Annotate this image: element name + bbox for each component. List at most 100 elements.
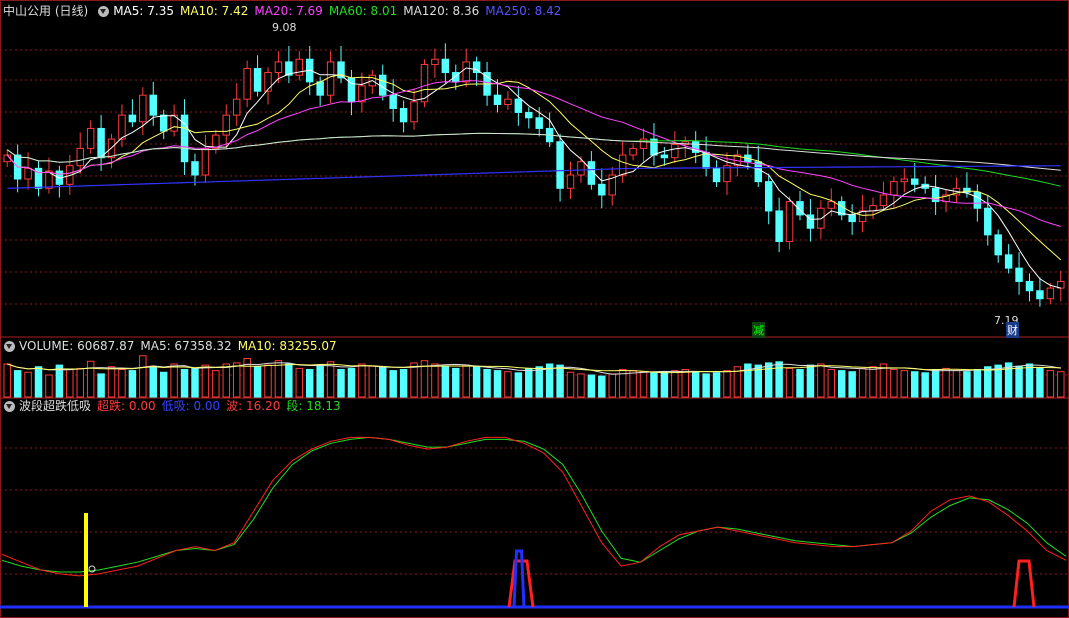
volume-bar — [900, 370, 909, 398]
volume-bar — [452, 367, 460, 398]
candle-body — [817, 207, 825, 229]
candle-body — [232, 98, 241, 116]
volume-bar — [796, 369, 804, 398]
volume-bar — [514, 372, 523, 398]
candle-body — [243, 68, 251, 100]
volume-bar — [848, 371, 856, 398]
volume-bar — [295, 367, 304, 398]
candle-body — [900, 178, 909, 183]
osc-green-line — [1, 436, 1067, 573]
volume-bar — [347, 367, 356, 398]
candle-body — [222, 114, 231, 136]
volume-bar — [358, 363, 366, 398]
finance-tag[interactable]: 财 — [1006, 322, 1019, 338]
volume-bar — [493, 370, 502, 398]
volume-bar — [472, 366, 481, 398]
candle-body — [566, 174, 575, 189]
volume-bar — [806, 364, 815, 398]
volume-bar — [159, 371, 168, 398]
volume-bar — [368, 365, 377, 398]
candle-body — [535, 117, 543, 129]
volume-bar — [305, 369, 314, 398]
candle-body — [775, 210, 783, 243]
candle-body — [1046, 287, 1055, 300]
candle-body — [890, 181, 898, 196]
volume-bar — [681, 369, 689, 398]
volume-bar — [3, 363, 11, 398]
volume-bar — [598, 375, 606, 398]
volume-bar — [931, 369, 940, 398]
candle-body — [764, 181, 773, 212]
volume-bar — [963, 371, 971, 398]
volume-bar — [785, 367, 794, 398]
volume-bar — [650, 372, 658, 398]
volume-bar — [462, 364, 470, 398]
volume-bar — [337, 369, 345, 398]
volume-bar — [76, 367, 84, 398]
volume-bar — [326, 361, 335, 398]
candle-body — [118, 114, 126, 140]
candle-body — [399, 107, 408, 123]
candle-body — [253, 68, 262, 92]
volume-bar — [139, 355, 147, 398]
volume-bar — [911, 371, 919, 398]
ma20-line — [6, 80, 1061, 227]
volume-bar — [66, 369, 74, 398]
volume-bar — [222, 363, 231, 398]
volume-bar — [1057, 371, 1065, 398]
volume-bar — [921, 372, 929, 398]
volume-bar — [431, 363, 439, 398]
volume-bar — [702, 373, 710, 398]
volume-bar — [712, 372, 721, 398]
candle-body — [389, 94, 397, 109]
candle-body — [525, 111, 533, 119]
volume-bar — [170, 363, 178, 398]
volume-bar — [191, 367, 199, 398]
candle-body — [984, 207, 992, 236]
volume-bar — [556, 364, 564, 398]
candle-body — [1015, 267, 1023, 282]
candle-body — [973, 191, 982, 209]
volume-bar — [973, 369, 982, 398]
candle-body — [504, 98, 512, 105]
candle-body — [264, 72, 272, 92]
volume-bar — [1025, 363, 1034, 398]
volume-bar — [201, 364, 210, 398]
candle-body — [629, 147, 637, 156]
volume-bar — [525, 367, 533, 398]
candle-body — [911, 178, 919, 185]
oversold-signal — [1012, 559, 1036, 608]
volume-bar — [1015, 365, 1023, 398]
volume-bar — [942, 367, 950, 398]
volume-bar — [1036, 367, 1044, 398]
volume-bar — [577, 373, 585, 398]
volume-bar — [587, 374, 596, 398]
candle-body — [97, 127, 105, 159]
volume-bar — [128, 370, 137, 398]
volume-bar — [24, 371, 32, 398]
candle-body — [493, 94, 502, 105]
candle-body — [848, 214, 856, 223]
candle-body — [139, 94, 147, 123]
volume-bar — [608, 373, 616, 398]
chart-canvas[interactable] — [0, 0, 1069, 618]
volume-bar — [285, 363, 293, 398]
volume-bar — [566, 371, 575, 398]
volume-bar — [827, 369, 836, 398]
ma60-line — [6, 132, 1061, 187]
ma250-line — [7, 165, 1061, 189]
candle-body — [660, 154, 669, 159]
volume-bar — [629, 370, 637, 398]
volume-bar — [316, 364, 324, 398]
candle-body — [128, 114, 137, 123]
candle-body — [358, 85, 366, 103]
candle-body — [1025, 280, 1034, 292]
candle-body — [410, 101, 418, 123]
candle-body — [827, 201, 836, 209]
volume-bar — [399, 369, 408, 398]
volume-bar — [274, 360, 283, 398]
low-buy-signal — [512, 549, 526, 608]
volume-bar — [764, 362, 773, 398]
reduce-tag[interactable]: 减 — [752, 322, 765, 338]
volume-bar — [869, 366, 877, 398]
